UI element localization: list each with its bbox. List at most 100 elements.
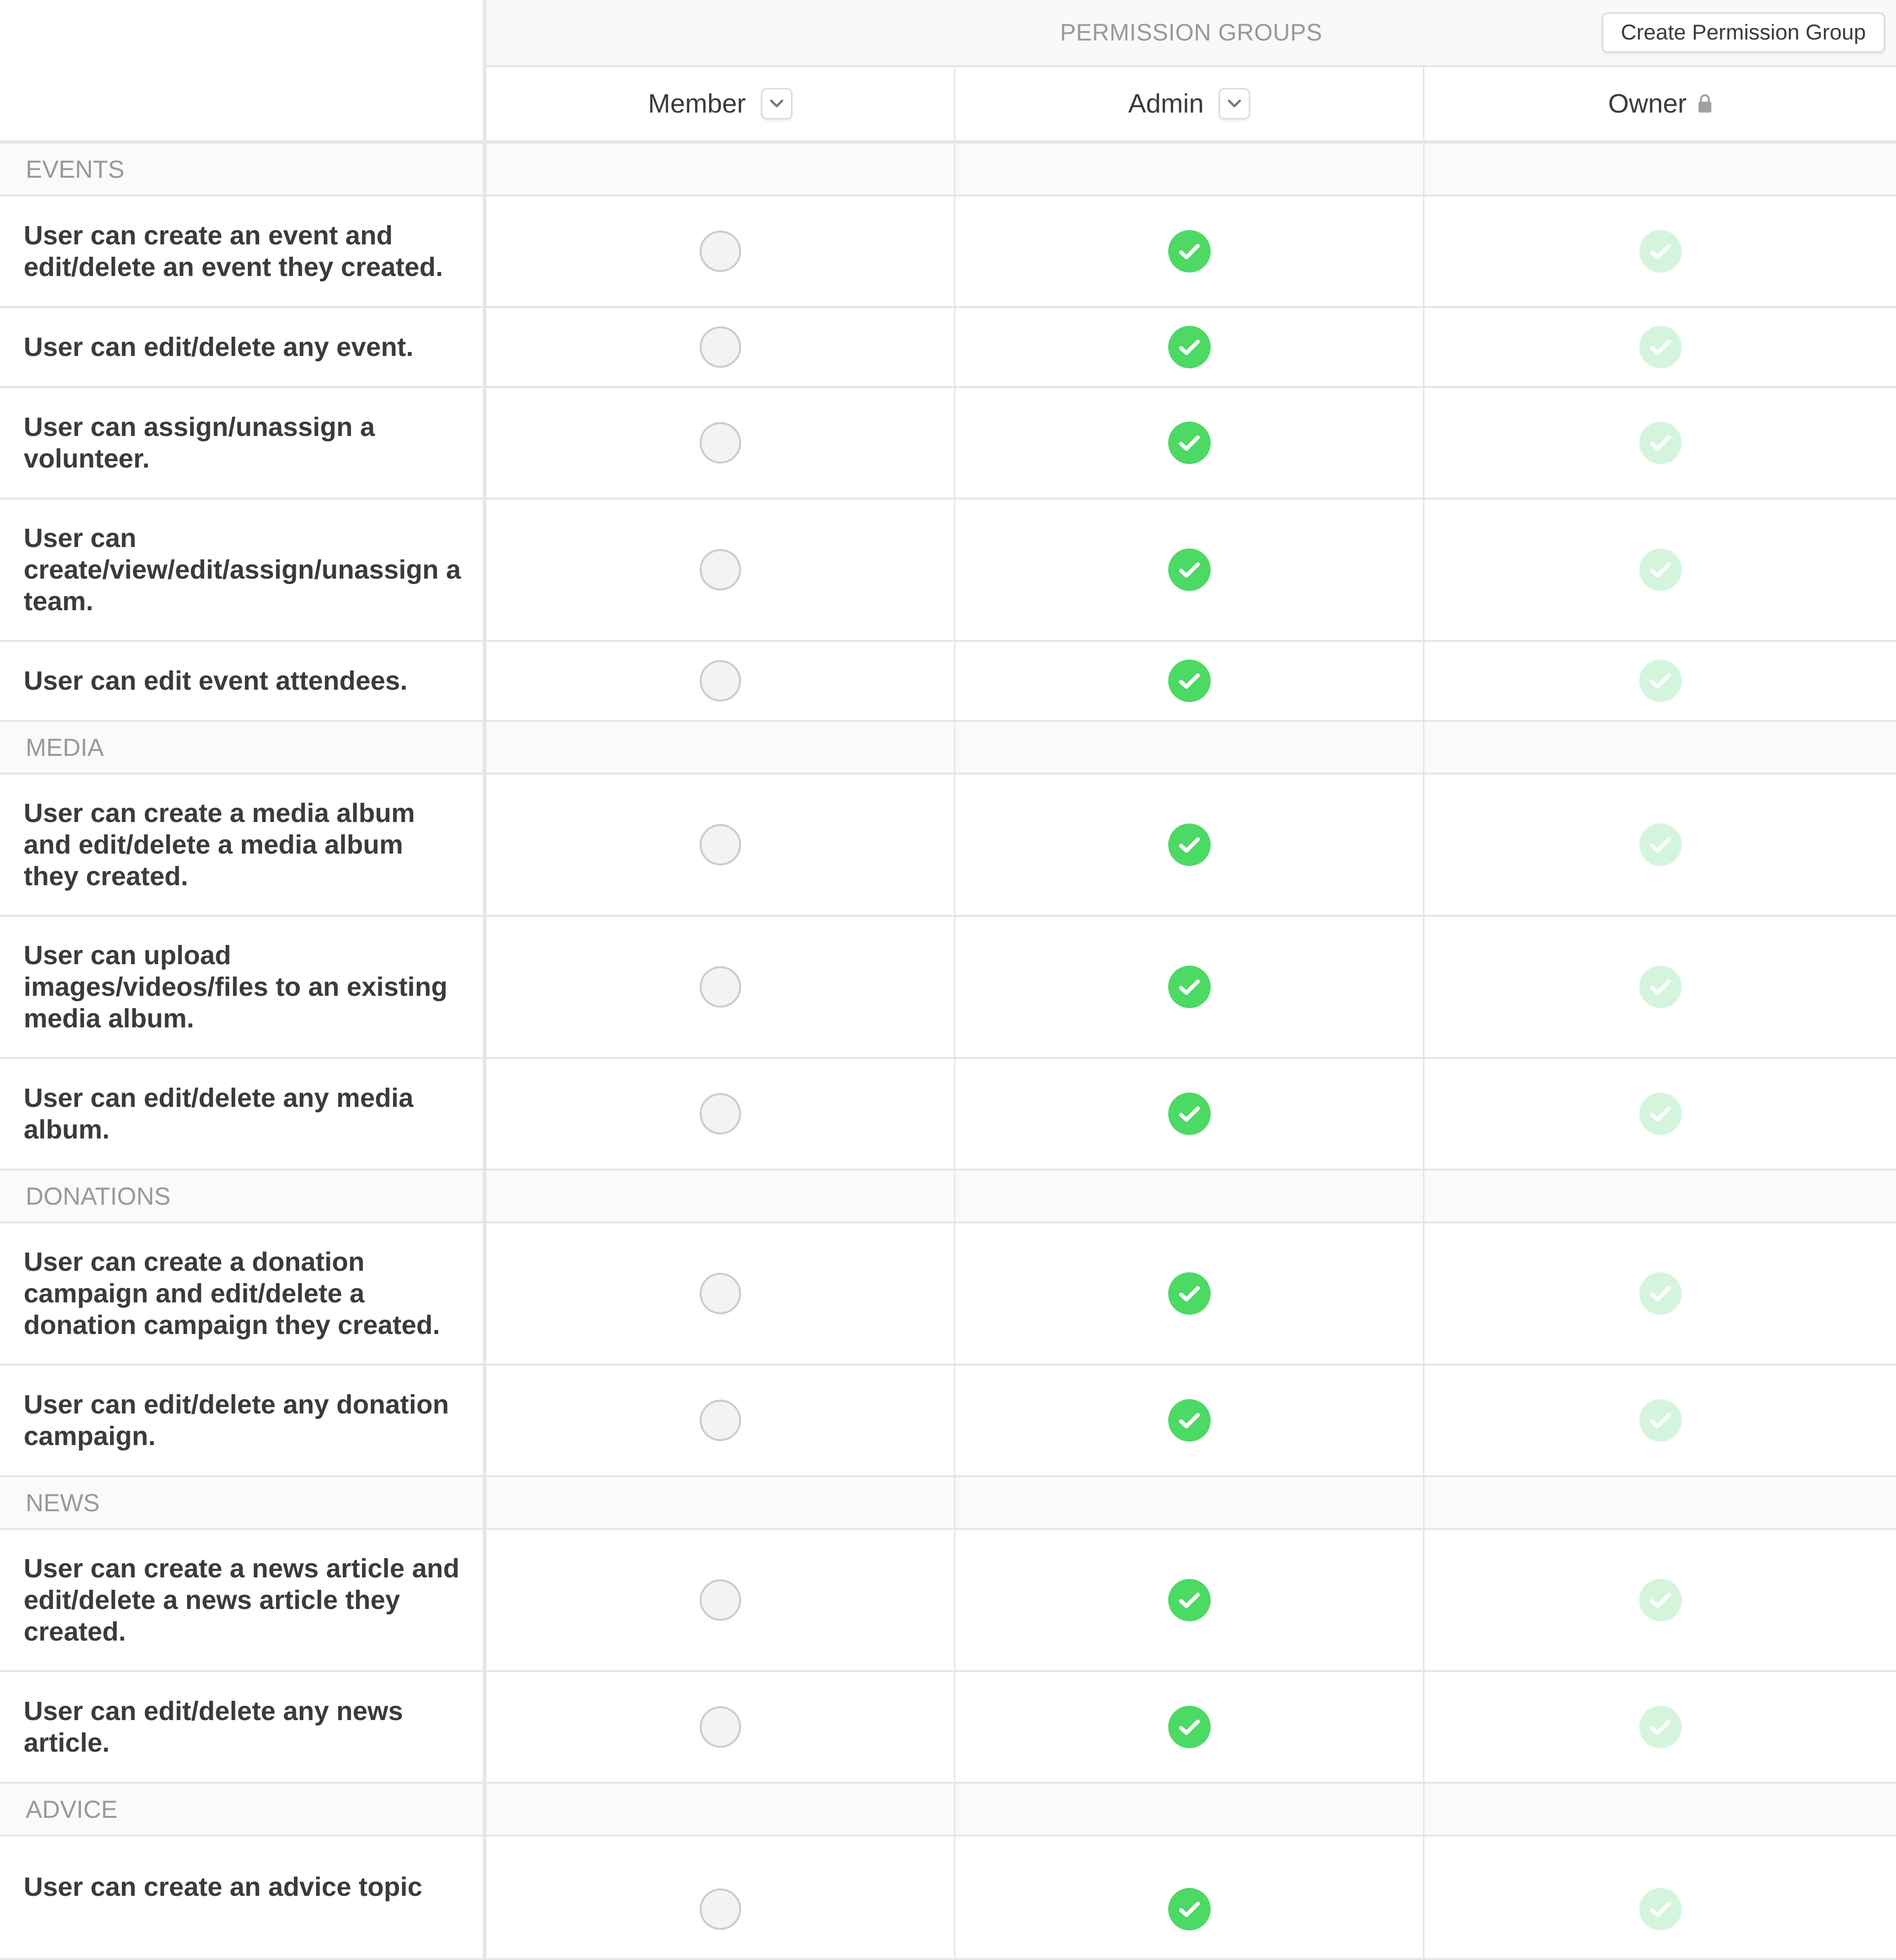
locked-check-circle-icon: [1639, 1871, 1682, 1930]
create-permission-group-button[interactable]: Create Permission Group: [1601, 12, 1885, 53]
admin-permission-cell: [955, 1223, 1424, 1366]
unchecked-circle-icon[interactable]: [699, 422, 742, 464]
check-circle-icon[interactable]: [1168, 1399, 1211, 1442]
member-permission-cell: [486, 642, 955, 722]
check-circle-icon[interactable]: [1168, 1579, 1211, 1621]
permission-label: User can create/view/edit/assign/unassig…: [0, 500, 486, 642]
unchecked-circle-icon[interactable]: [699, 966, 742, 1008]
section-title: ADVICE: [0, 1784, 486, 1837]
permission-label: User can edit/delete any media album.: [0, 1059, 486, 1171]
check-circle-icon[interactable]: [1168, 966, 1211, 1008]
admin-permission-cell: [955, 308, 1424, 388]
section-spacer-member: [486, 1171, 955, 1223]
lock-icon: [1698, 94, 1712, 114]
locked-check-circle-icon: [1639, 660, 1682, 702]
locked-check-circle-icon: [1639, 966, 1682, 1008]
check-circle-icon[interactable]: [1168, 1272, 1211, 1315]
column-header-owner: Owner: [1424, 67, 1896, 144]
locked-check-circle-icon: [1639, 823, 1682, 866]
admin-permission-cell: [955, 388, 1424, 500]
owner-permission-cell: [1424, 500, 1896, 642]
check-circle-icon[interactable]: [1168, 549, 1211, 591]
section-spacer-admin: [955, 1784, 1424, 1837]
admin-permission-cell: [955, 1672, 1424, 1784]
member-permission-cell: [486, 1366, 955, 1477]
member-permission-cell: [486, 775, 955, 917]
admin-options-dropdown[interactable]: [1219, 88, 1251, 119]
section-title: MEDIA: [0, 722, 486, 775]
member-permission-cell: [486, 500, 955, 642]
unchecked-circle-icon[interactable]: [699, 1399, 742, 1442]
owner-permission-cell: [1424, 1059, 1896, 1171]
member-permission-cell: [486, 1223, 955, 1366]
section-spacer-admin: [955, 1477, 1424, 1530]
member-permission-cell: [486, 196, 955, 308]
section-spacer-owner: [1424, 1784, 1896, 1837]
section-spacer-admin: [955, 1171, 1424, 1223]
locked-check-circle-icon: [1639, 1399, 1682, 1442]
admin-permission-cell: [955, 775, 1424, 917]
section-spacer-member: [486, 144, 955, 196]
check-circle-icon[interactable]: [1168, 230, 1211, 273]
permission-label: User can edit/delete any donation campai…: [0, 1366, 486, 1477]
section-spacer-admin: [955, 144, 1424, 196]
check-circle-icon[interactable]: [1168, 823, 1211, 866]
permission-label: User can edit event attendees.: [0, 642, 486, 722]
column-name: Member: [648, 89, 746, 118]
section-spacer-admin: [955, 722, 1424, 775]
check-circle-icon[interactable]: [1168, 326, 1211, 368]
permission-label: User can create a media album and edit/d…: [0, 775, 486, 917]
owner-permission-cell: [1424, 1530, 1896, 1672]
unchecked-circle-icon[interactable]: [699, 549, 742, 591]
admin-permission-cell: [955, 642, 1424, 722]
locked-check-circle-icon: [1639, 1579, 1682, 1621]
section-spacer-owner: [1424, 722, 1896, 775]
member-permission-cell: [486, 1837, 955, 1960]
column-name: Admin: [1128, 89, 1204, 118]
locked-check-circle-icon: [1639, 230, 1682, 273]
unchecked-circle-icon[interactable]: [699, 823, 742, 866]
member-permission-cell: [486, 1672, 955, 1784]
member-permission-cell: [486, 1530, 955, 1672]
column-header-member: Member: [486, 67, 955, 144]
header-corner: [0, 0, 486, 144]
unchecked-circle-icon[interactable]: [699, 1706, 742, 1748]
admin-permission-cell: [955, 500, 1424, 642]
section-title: DONATIONS: [0, 1171, 486, 1223]
permission-label: User can create an advice topic: [0, 1837, 486, 1960]
admin-permission-cell: [955, 1059, 1424, 1171]
permissions-matrix: PERMISSION GROUPS Create Permission Grou…: [0, 0, 1896, 1960]
owner-permission-cell: [1424, 642, 1896, 722]
locked-check-circle-icon: [1639, 1272, 1682, 1315]
locked-check-circle-icon: [1639, 1706, 1682, 1748]
unchecked-circle-icon[interactable]: [699, 326, 742, 368]
check-circle-icon[interactable]: [1168, 1706, 1211, 1748]
owner-permission-cell: [1424, 308, 1896, 388]
unchecked-circle-icon[interactable]: [699, 1093, 742, 1135]
owner-permission-cell: [1424, 1366, 1896, 1477]
permission-label: User can assign/unassign a volunteer.: [0, 388, 486, 500]
admin-permission-cell: [955, 1530, 1424, 1672]
check-circle-icon[interactable]: [1168, 660, 1211, 702]
column-name: Owner: [1608, 89, 1687, 118]
unchecked-circle-icon[interactable]: [699, 230, 742, 273]
admin-permission-cell: [955, 1366, 1424, 1477]
check-circle-icon[interactable]: [1168, 1093, 1211, 1135]
check-circle-icon[interactable]: [1168, 422, 1211, 464]
permission-label: User can edit/delete any event.: [0, 308, 486, 388]
section-spacer-owner: [1424, 1477, 1896, 1530]
section-spacer-member: [486, 722, 955, 775]
section-spacer-member: [486, 1784, 955, 1837]
permission-groups-title: PERMISSION GROUPS: [1060, 19, 1323, 46]
member-permission-cell: [486, 388, 955, 500]
unchecked-circle-icon[interactable]: [699, 1579, 742, 1621]
unchecked-circle-icon[interactable]: [699, 1871, 742, 1930]
unchecked-circle-icon[interactable]: [699, 1272, 742, 1315]
column-header-admin: Admin: [955, 67, 1424, 144]
unchecked-circle-icon[interactable]: [699, 660, 742, 702]
section-spacer-owner: [1424, 1171, 1896, 1223]
locked-check-circle-icon: [1639, 422, 1682, 464]
permission-label: User can edit/delete any news article.: [0, 1672, 486, 1784]
member-options-dropdown[interactable]: [760, 88, 792, 119]
check-circle-icon[interactable]: [1168, 1871, 1211, 1930]
